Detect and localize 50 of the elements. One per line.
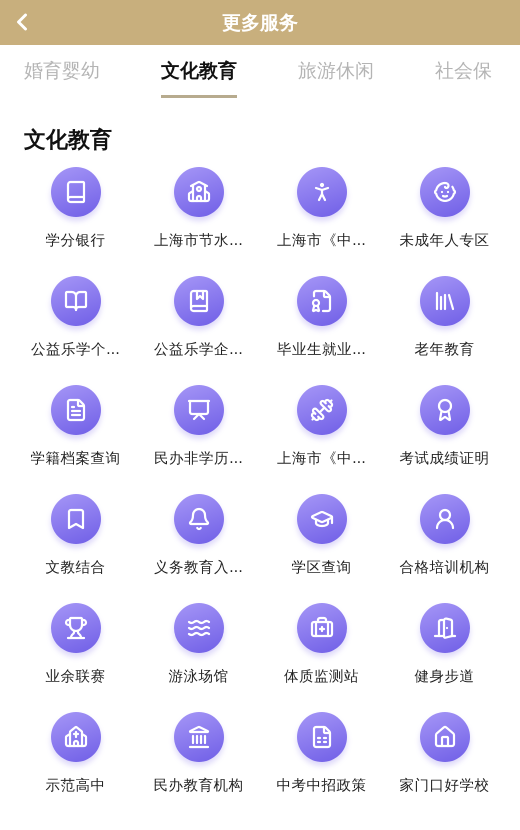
bell-icon[interactable] — [174, 494, 224, 544]
service-label[interactable]: 未成年人专区 — [400, 231, 490, 250]
person-icon[interactable] — [296, 167, 346, 217]
service-label[interactable]: 老年教育 — [414, 340, 474, 359]
service-label[interactable]: 中考中招政策 — [276, 776, 366, 795]
service-label[interactable]: 学分银行 — [46, 231, 106, 250]
child-icon[interactable] — [420, 167, 470, 217]
service-label[interactable]: 民办教育机构 — [154, 776, 244, 795]
bookmark-icon[interactable] — [50, 494, 100, 544]
open-book-icon[interactable] — [50, 276, 100, 326]
service-label[interactable]: 上海市《中... — [277, 449, 366, 468]
service-label[interactable]: 上海市《中... — [277, 231, 366, 250]
service-label[interactable]: 毕业生就业... — [277, 340, 366, 359]
house-icon[interactable] — [420, 712, 470, 762]
book-icon[interactable] — [174, 276, 224, 326]
trophy-icon[interactable] — [50, 603, 100, 653]
service-label[interactable]: 体质监测站 — [284, 667, 359, 686]
service-label[interactable]: 合格培训机构 — [400, 558, 490, 577]
service-label[interactable]: 上海市节水... — [154, 231, 243, 250]
graduation-cap-icon[interactable] — [296, 494, 346, 544]
service-label[interactable]: 健身步道 — [414, 667, 474, 686]
waves-icon[interactable] — [174, 603, 224, 653]
certificate-icon[interactable] — [296, 276, 346, 326]
service-label[interactable]: 学籍档案查询 — [30, 449, 120, 468]
service-label[interactable]: 义务教育入... — [154, 558, 243, 577]
books-icon[interactable] — [420, 276, 470, 326]
service-label[interactable]: 民办非学历... — [154, 449, 243, 468]
service-label[interactable]: 考试成绩证明 — [400, 449, 490, 468]
easel-icon[interactable] — [174, 385, 224, 435]
category-tab[interactable]: 文化教育 — [161, 58, 237, 98]
service-label[interactable]: 文教结合 — [46, 558, 106, 577]
institution-icon[interactable] — [174, 712, 224, 762]
person-icon[interactable] — [420, 494, 470, 544]
award-icon[interactable] — [420, 385, 470, 435]
section-title: 文化教育 — [23, 126, 113, 155]
book-icon[interactable] — [50, 167, 100, 217]
service-label[interactable]: 游泳场馆 — [168, 667, 228, 686]
service-label[interactable]: 学区查询 — [292, 558, 352, 577]
service-label[interactable]: 公益乐学个... — [31, 340, 120, 359]
document-icon[interactable] — [50, 385, 100, 435]
service-label[interactable]: 业余联赛 — [46, 667, 106, 686]
page-title: 更多服务 — [222, 10, 298, 36]
service-label[interactable]: 示范高中 — [46, 776, 106, 795]
doorway-icon[interactable] — [420, 603, 470, 653]
dumbbell-icon[interactable] — [296, 385, 346, 435]
document-icon[interactable] — [296, 712, 346, 762]
medical-case-icon[interactable] — [296, 603, 346, 653]
service-label[interactable]: 家门口好学校 — [400, 776, 490, 795]
service-label[interactable]: 公益乐学企... — [154, 340, 243, 359]
school-icon[interactable] — [174, 167, 224, 217]
